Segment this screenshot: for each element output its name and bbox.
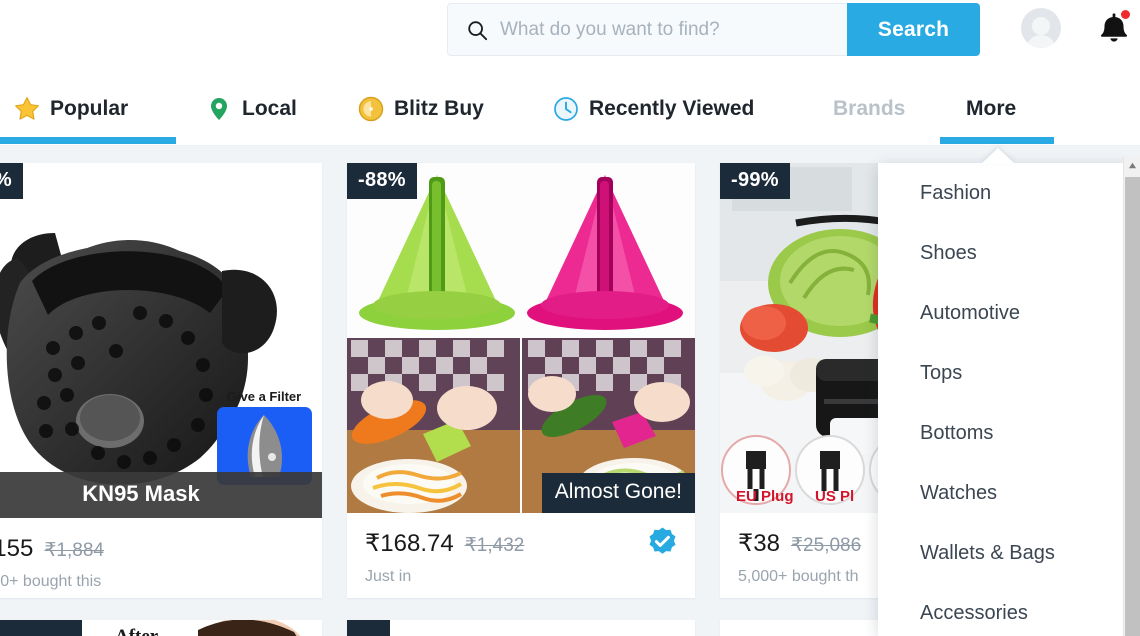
dropdown-item-label: Shoes — [920, 241, 977, 264]
dropdown-item-wallets-bags[interactable]: Wallets & Bags — [878, 523, 1130, 583]
give-a-filter-overlay: Give a Filter — [214, 389, 314, 485]
notifications-button[interactable] — [1096, 10, 1132, 46]
site-header: Search — [0, 0, 1140, 72]
product-card[interactable]: -88% Almost Gone! ₹168.74 ₹1,432 Just in — [347, 163, 695, 598]
product-original-price: ₹25,086 — [790, 535, 862, 556]
product-card[interactable]: After — [0, 620, 322, 636]
price-row: ₹168.74 ₹1,432 — [365, 529, 677, 558]
dropdown-item-tops[interactable]: Tops — [878, 343, 1130, 403]
nav-tab-more[interactable]: More — [966, 72, 1016, 146]
dropdown-item-accessories[interactable]: Accessories — [878, 583, 1130, 636]
star-icon — [15, 97, 39, 120]
product-price: ₹38 — [738, 530, 780, 557]
product-card[interactable] — [347, 620, 695, 636]
page-root: Give a Filter 91% KN95 Mask ₹155 ₹1,884 — [0, 0, 1140, 636]
discount-badge: -88% — [347, 163, 417, 199]
dropdown-caret-icon — [981, 148, 1015, 164]
category-nav: Popular Local Blitz Buy Recently Viewed … — [0, 72, 1140, 146]
avatar-head-shape — [1032, 17, 1050, 35]
product-card[interactable]: Give a Filter 91% KN95 Mask ₹155 ₹1,884 — [0, 163, 322, 598]
more-dropdown-menu: Fashion Shoes Automotive Tops Bottoms Wa… — [878, 163, 1130, 636]
map-pin-icon — [211, 98, 227, 120]
dropdown-item-bottoms[interactable]: Bottoms — [878, 403, 1130, 463]
discount-badge: 91% — [0, 163, 23, 199]
dropdown-item-watches[interactable]: Watches — [878, 463, 1130, 523]
product-title-overlay: KN95 Mask — [0, 472, 322, 518]
svg-text:After: After — [115, 626, 159, 636]
scrollbar-thumb[interactable] — [1125, 177, 1140, 636]
nav-tab-blitz-buy[interactable]: Blitz Buy — [358, 72, 484, 146]
nav-tab-popular[interactable]: Popular — [14, 72, 128, 146]
dropdown-item-label: Fashion — [920, 181, 992, 204]
nav-tab-label: Blitz Buy — [394, 97, 484, 120]
product-price: ₹168.74 — [365, 530, 454, 557]
dropdown-item-label: Bottoms — [920, 421, 994, 444]
product-info: ₹168.74 ₹1,432 Just in — [347, 513, 695, 586]
dropdown-item-label: Accessories — [920, 601, 1028, 624]
dropdown-item-shoes[interactable]: Shoes — [878, 223, 1130, 283]
verified-badge-icon — [649, 527, 676, 554]
dropdown-item-label: Tops — [920, 361, 963, 384]
nav-tab-brands[interactable]: Brands — [833, 72, 905, 146]
nav-tab-label: Local — [242, 97, 297, 120]
search-bar: Search — [447, 3, 980, 56]
give-a-filter-label: Give a Filter — [226, 389, 302, 404]
nav-tab-recently-viewed[interactable]: Recently Viewed — [553, 72, 754, 146]
search-input[interactable] — [500, 18, 847, 41]
nav-tab-label: Popular — [50, 97, 129, 120]
price-row: ₹155 ₹1,884 — [0, 534, 304, 563]
discount-badge: -99% — [720, 163, 790, 199]
nav-tab-label: More — [966, 97, 1017, 120]
scrollbar-up-arrow-icon[interactable] — [1124, 157, 1140, 174]
page-scrollbar[interactable] — [1123, 157, 1140, 636]
us-plug-label: US Pl — [815, 488, 855, 505]
eu-plug-label: EU Plug — [736, 488, 794, 505]
product-price: ₹155 — [0, 535, 34, 562]
dropdown-item-fashion[interactable]: Fashion — [878, 163, 1130, 223]
product-original-price: ₹1,432 — [464, 535, 525, 556]
status-badge: Almost Gone! — [541, 473, 695, 513]
product-sold-count: ,000+ bought this — [0, 573, 102, 590]
product-sold-count: Just in — [365, 568, 412, 585]
account-avatar[interactable] — [1021, 8, 1061, 48]
dropdown-item-label: Automotive — [920, 301, 1021, 324]
nav-active-underline-more — [940, 137, 1054, 144]
search-icon — [468, 20, 488, 40]
nav-tab-label: Recently Viewed — [589, 97, 755, 120]
clock-icon — [554, 97, 578, 121]
product-image: -88% Almost Gone! — [347, 163, 695, 513]
search-field-wrapper[interactable] — [447, 3, 847, 56]
dropdown-item-label: Watches — [920, 481, 998, 504]
product-original-price: ₹1,884 — [44, 540, 104, 561]
notification-badge-dot — [1121, 10, 1130, 19]
nav-active-underline-popular — [0, 137, 176, 144]
product-image: Give a Filter 91% KN95 Mask — [0, 163, 322, 518]
dropdown-item-automotive[interactable]: Automotive — [878, 283, 1130, 343]
search-button[interactable]: Search — [847, 3, 980, 56]
coin-icon — [358, 96, 384, 122]
avatar-body-shape — [1026, 35, 1056, 48]
nav-tab-label: Brands — [833, 97, 906, 120]
nav-tab-local[interactable]: Local — [206, 72, 297, 146]
dropdown-item-label: Wallets & Bags — [920, 541, 1055, 564]
discount-badge — [347, 620, 390, 636]
product-info: ₹155 ₹1,884 ,000+ bought this — [0, 518, 322, 591]
